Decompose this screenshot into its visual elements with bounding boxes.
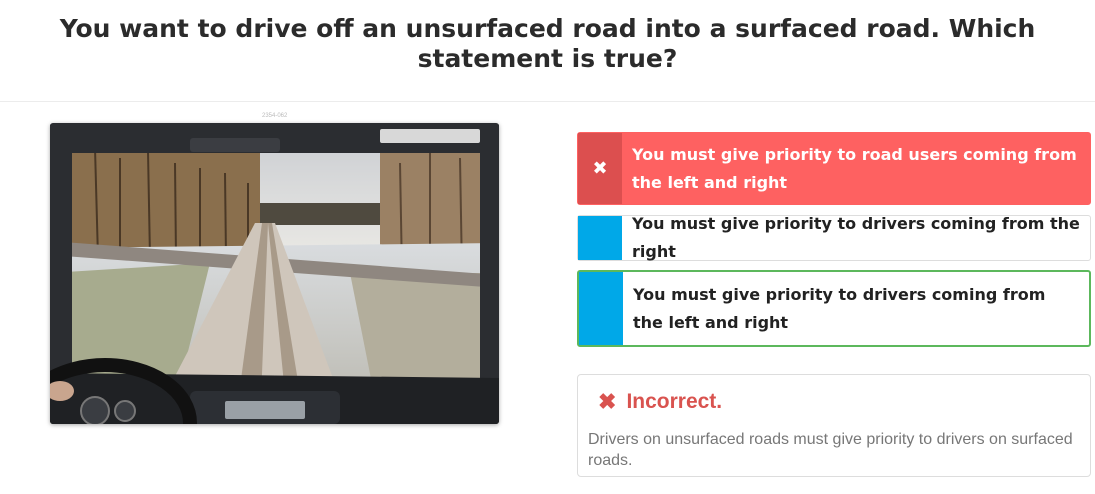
feedback-title: Incorrect. bbox=[626, 390, 723, 413]
answer-marker-3 bbox=[579, 272, 623, 345]
answer-option-2-text: You must give priority to drivers coming… bbox=[632, 214, 1080, 261]
answer-option-3-text: You must give priority to drivers coming… bbox=[633, 284, 1046, 332]
question-photo bbox=[50, 123, 499, 424]
feedback-panel: ✖ Incorrect. Drivers on unsurfaced roads… bbox=[577, 374, 1091, 477]
answer-marker-2 bbox=[578, 216, 622, 260]
photo-id-label: 2354-062 bbox=[262, 113, 288, 119]
header-divider bbox=[0, 101, 1095, 102]
answer-option-3[interactable]: You must give priority to drivers coming… bbox=[577, 270, 1091, 347]
feedback-title-row: ✖ Incorrect. bbox=[598, 389, 1079, 415]
answer-option-1-text: You must give priority to road users com… bbox=[632, 144, 1077, 192]
question-title: You want to drive off an unsurfaced road… bbox=[59, 14, 1036, 73]
feedback-explanation: Drivers on unsurfaced roads must give pr… bbox=[588, 431, 1073, 469]
answer-option-1[interactable]: ✖ You must give priority to road users c… bbox=[577, 132, 1091, 205]
answer-option-2[interactable]: You must give priority to drivers coming… bbox=[577, 214, 1091, 261]
incorrect-icon: ✖ bbox=[598, 389, 617, 414]
wrong-answer-icon: ✖ bbox=[578, 133, 622, 204]
